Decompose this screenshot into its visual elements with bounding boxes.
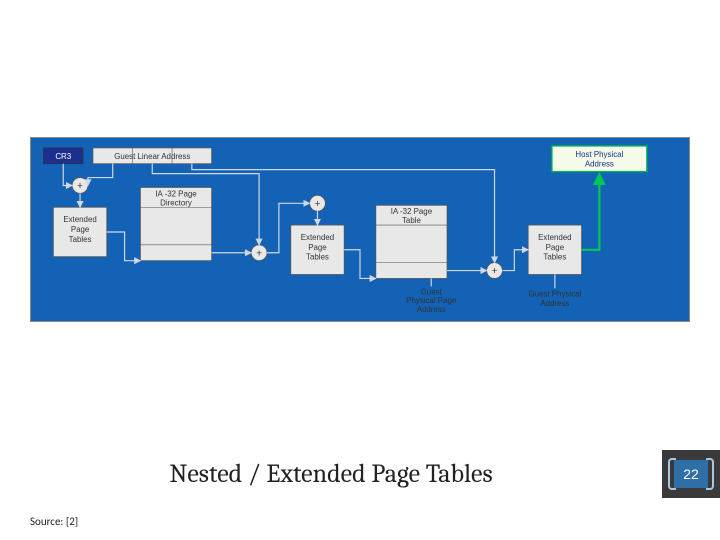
cr3-label: CR3 <box>55 152 71 161</box>
svg-text:Tables: Tables <box>69 235 92 244</box>
diagram-frame: CR3 Guest Linear Address Host Physical A… <box>30 137 690 322</box>
svg-text:Guest Physical: Guest Physical <box>529 289 582 298</box>
svg-text:IA -32 Page: IA -32 Page <box>391 207 433 216</box>
svg-text:+: + <box>256 248 262 259</box>
svg-text:Directory: Directory <box>160 198 192 207</box>
page-number: 22 <box>674 460 708 488</box>
svg-text:Address: Address <box>540 299 569 308</box>
svg-text:+: + <box>492 266 498 277</box>
title-bar: Nested / Extended Page Tables 22 <box>0 450 720 498</box>
svg-text:+: + <box>315 199 321 210</box>
svg-text:Table: Table <box>402 216 422 225</box>
svg-text:IA -32 Page: IA -32 Page <box>155 189 197 198</box>
slide-title: Nested / Extended Page Tables <box>0 459 662 489</box>
svg-text:Page: Page <box>546 243 565 252</box>
svg-text:Page: Page <box>71 225 90 234</box>
svg-text:Tables: Tables <box>306 253 329 262</box>
svg-text:Extended: Extended <box>538 233 571 242</box>
svg-text:+: + <box>77 181 83 192</box>
host-physical-label-1: Host Physical <box>575 150 623 159</box>
guest-linear-label: Guest Linear Address <box>114 152 190 161</box>
host-physical-label-2: Address <box>585 160 614 169</box>
svg-text:Extended: Extended <box>63 215 96 224</box>
svg-text:Extended: Extended <box>301 233 334 242</box>
ept-diagram: CR3 Guest Linear Address Host Physical A… <box>31 138 689 321</box>
svg-text:Guest: Guest <box>421 287 443 296</box>
svg-text:Page: Page <box>308 243 327 252</box>
svg-text:Physical Page: Physical Page <box>406 296 457 305</box>
page-number-block: 22 <box>662 450 720 498</box>
source-note: Source: [2] <box>30 515 78 528</box>
svg-text:Tables: Tables <box>543 253 566 262</box>
svg-text:Address: Address <box>417 305 446 314</box>
